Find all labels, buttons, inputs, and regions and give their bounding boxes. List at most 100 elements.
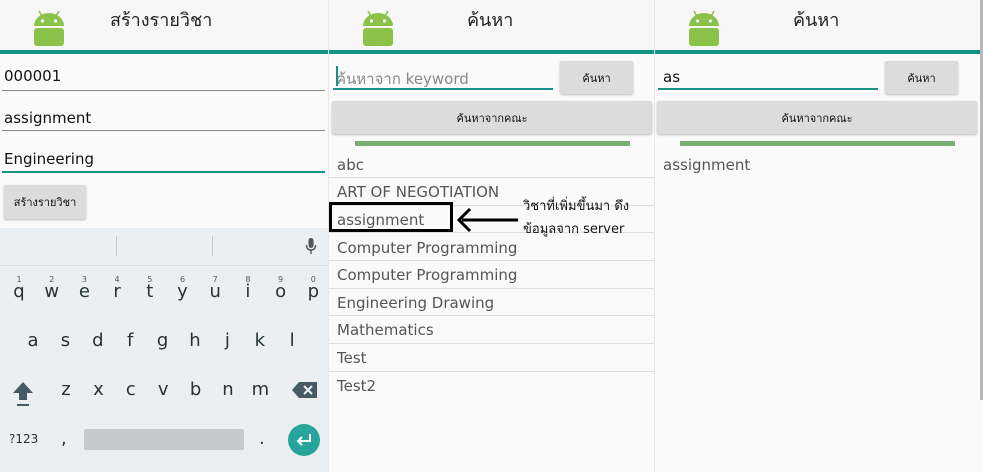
- key-hint: 3: [81, 275, 87, 284]
- list-divider: [329, 260, 654, 261]
- key-hint: 8: [245, 275, 251, 284]
- key-label: k: [254, 330, 266, 351]
- suggestion-divider: [116, 236, 117, 256]
- key-i[interactable]: 8i: [233, 275, 263, 311]
- annotation-line: วิชาที่เพิ่มขึ้นมา ดึง: [523, 199, 630, 214]
- key-c[interactable]: c: [116, 379, 146, 409]
- create-course-screen: สร้างรายวิชา 000001 assignment Engineeri…: [0, 0, 328, 472]
- key-label: r: [113, 281, 121, 302]
- search-screen: ค้นหา ค้นหาจาก keyword ค้นหา ค้นหาจากคณะ…: [329, 0, 654, 472]
- progress-bar: [355, 141, 630, 146]
- enter-key[interactable]: [288, 424, 320, 456]
- key-q[interactable]: 1q: [4, 275, 34, 311]
- key-a[interactable]: a: [18, 330, 48, 360]
- key-label: c: [125, 379, 136, 400]
- key-hint: 7: [212, 275, 218, 284]
- key-label: g: [156, 330, 169, 351]
- key-label: d: [92, 330, 104, 351]
- key-n[interactable]: n: [213, 379, 243, 409]
- key-hint: 2: [49, 275, 55, 284]
- key-d[interactable]: d: [83, 330, 113, 360]
- key-label: l: [289, 330, 295, 351]
- key-hint: 0: [310, 275, 316, 284]
- symbols-key[interactable]: ?123: [9, 432, 38, 446]
- key-label: m: [251, 379, 270, 400]
- key-e[interactable]: 3e: [69, 275, 99, 311]
- space-bar[interactable]: [84, 429, 244, 450]
- list-item[interactable]: abc: [337, 156, 364, 174]
- app-bar-accent-line: [655, 50, 983, 54]
- key-m[interactable]: m: [245, 379, 275, 409]
- app-bar: ค้นหา: [655, 0, 983, 54]
- enter-icon: [296, 434, 311, 446]
- suggestion-divider: [212, 236, 213, 256]
- key-j[interactable]: j: [212, 330, 242, 360]
- period-key[interactable]: .: [259, 428, 265, 449]
- key-h[interactable]: h: [180, 330, 210, 360]
- key-z[interactable]: z: [51, 379, 81, 409]
- key-label: s: [60, 330, 71, 351]
- search-by-faculty-button[interactable]: ค้นหาจากคณะ: [657, 101, 977, 134]
- key-label: i: [245, 281, 251, 302]
- key-w[interactable]: 2w: [37, 275, 67, 311]
- keyword-search-underline: [658, 88, 878, 90]
- key-b[interactable]: b: [181, 379, 211, 409]
- list-item[interactable]: Test2: [337, 377, 376, 395]
- keyword-search-underline: [333, 88, 553, 90]
- key-x[interactable]: x: [83, 379, 113, 409]
- key-l[interactable]: l: [277, 330, 307, 360]
- android-logo-icon: [362, 10, 394, 47]
- microphone-icon[interactable]: [305, 237, 317, 255]
- list-item[interactable]: Engineering Drawing: [337, 294, 494, 312]
- create-course-button[interactable]: สร้างรายวิชา: [4, 185, 86, 219]
- result-list-item[interactable]: assignment: [663, 156, 750, 174]
- key-label: v: [157, 379, 169, 400]
- list-item[interactable]: ART OF NEGOTIATION: [337, 183, 499, 201]
- key-o[interactable]: 9o: [266, 275, 296, 311]
- list-divider: [329, 177, 654, 178]
- key-v[interactable]: v: [148, 379, 178, 409]
- list-item[interactable]: Computer Programming: [337, 239, 517, 257]
- key-f[interactable]: f: [115, 330, 145, 360]
- key-label: b: [189, 379, 202, 400]
- list-item[interactable]: Test: [337, 349, 367, 367]
- course-name-field[interactable]: assignment: [4, 109, 91, 127]
- faculty-underline: [2, 171, 325, 173]
- key-t[interactable]: 5t: [135, 275, 165, 311]
- search-button[interactable]: ค้นหา: [885, 61, 958, 94]
- shift-icon[interactable]: [12, 379, 34, 409]
- key-p[interactable]: 0p: [298, 275, 328, 311]
- key-label: f: [127, 330, 134, 351]
- key-u[interactable]: 7u: [200, 275, 230, 311]
- app-bar-accent-line: [329, 50, 654, 54]
- key-label: w: [44, 281, 60, 302]
- course-id-field[interactable]: 000001: [4, 67, 61, 85]
- key-label: x: [93, 379, 104, 400]
- key-s[interactable]: s: [50, 330, 80, 360]
- key-label: z: [61, 379, 71, 400]
- list-item[interactable]: Mathematics: [337, 321, 434, 339]
- key-k[interactable]: k: [245, 330, 275, 360]
- key-label: u: [209, 281, 221, 302]
- faculty-field[interactable]: Engineering: [4, 150, 94, 168]
- key-hint: 1: [16, 275, 22, 284]
- page-title: ค้นหา: [793, 10, 840, 31]
- keyword-search-input[interactable]: as: [663, 68, 680, 86]
- key-label: q: [13, 281, 25, 302]
- key-label: h: [189, 330, 201, 351]
- key-g[interactable]: g: [148, 330, 178, 360]
- left-arrow-icon: [456, 207, 518, 233]
- list-item[interactable]: Computer Programming: [337, 266, 517, 284]
- key-label: o: [275, 281, 287, 302]
- key-label: t: [146, 281, 154, 302]
- key-hint: 4: [114, 275, 120, 284]
- key-label: y: [177, 281, 188, 302]
- list-divider: [329, 343, 654, 344]
- key-r[interactable]: 4r: [102, 275, 132, 311]
- backspace-icon[interactable]: [291, 380, 319, 400]
- search-by-faculty-button[interactable]: ค้นหาจากคณะ: [332, 101, 652, 134]
- page-title: สร้างรายวิชา: [110, 10, 213, 31]
- search-button[interactable]: ค้นหา: [560, 61, 633, 94]
- key-y[interactable]: 6y: [168, 275, 198, 311]
- comma-key[interactable]: ,: [61, 428, 67, 449]
